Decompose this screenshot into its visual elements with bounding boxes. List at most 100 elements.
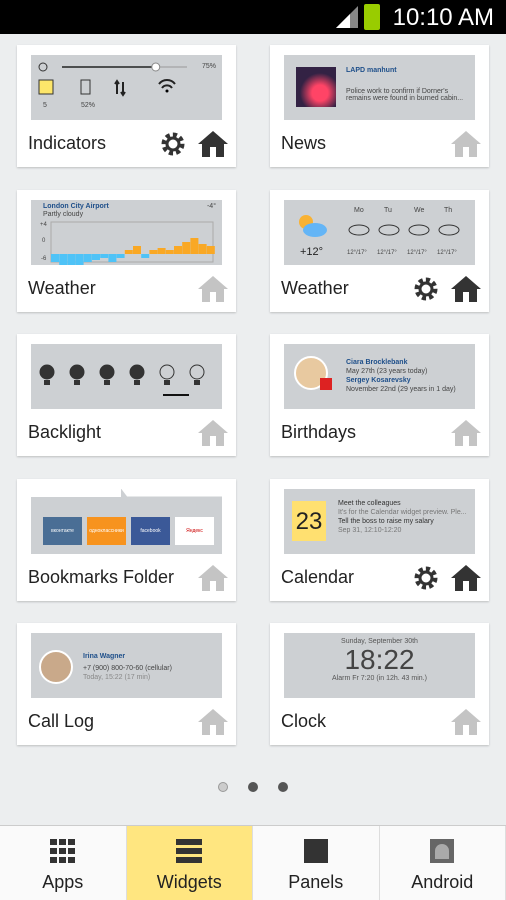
widget-card-calendar[interactable]: 23 Meet the colleagues It's for the Calend…	[270, 478, 489, 601]
widget-preview: 23 Meet the colleagues It's for the Calend…	[284, 488, 475, 554]
widget-preview: вконтакте одноклассники facebook Яндекс	[31, 488, 222, 554]
widget-card-indicators[interactable]: 75% 5 52% Indicators	[17, 45, 236, 167]
weather-chart	[50, 221, 215, 265]
widget-card-call-log[interactable]: Irina Wagner +7 (900) 800-70-60 (cellular…	[17, 623, 236, 745]
bottom-nav: Apps Widgets Panels Android	[0, 825, 506, 900]
page-dot[interactable]	[218, 782, 228, 792]
widget-label: Weather	[281, 277, 349, 298]
widget-card-backlight[interactable]: Backlight	[17, 334, 236, 456]
widget-preview: Sunday, September 30th 18:22 Alarm Fr 7:20…	[284, 633, 475, 698]
weather-bar	[124, 249, 133, 254]
widget-label: Clock	[281, 711, 327, 731]
clock: 10:10 AM	[392, 4, 494, 31]
home-icon[interactable]	[451, 709, 481, 735]
tab-apps[interactable]: Apps	[0, 826, 127, 900]
partly-sunny-icon	[299, 214, 327, 237]
widget-preview: +12° Mo 12°/17° Tu 12°/17° We 12°/17° Th 12°/17°	[284, 199, 475, 265]
birthday-date: November 22nd (29 years in 1 day)	[346, 386, 456, 393]
event-title: Tell the boss to raise my salary	[338, 517, 434, 525]
weather-bar	[92, 253, 100, 260]
bookmark-tile: вконтакте	[43, 516, 82, 545]
home-icon[interactable]	[198, 275, 228, 302]
forecast-day: Tu	[384, 206, 392, 214]
page-dot[interactable]	[278, 782, 288, 792]
battery-icon	[364, 4, 380, 30]
tab-widgets[interactable]: Widgets	[126, 826, 253, 900]
weather-bar	[198, 243, 207, 254]
clock-time: 18:22	[344, 644, 415, 675]
widget-label: Birthdays	[281, 422, 357, 442]
weather-bar	[190, 237, 199, 254]
weather-bar	[51, 253, 59, 262]
widget-card-weather[interactable]: +12° Mo 12°/17° Tu 12°/17° We 12°/17° Th 12°/17°…	[270, 189, 489, 312]
bookmark-tile: одноклассники	[87, 516, 126, 545]
bookmark-tile: facebook	[131, 516, 170, 545]
bulb-icon	[189, 364, 205, 385]
home-icon[interactable]	[451, 275, 481, 302]
bulb-icon	[69, 364, 85, 385]
home-icon[interactable]	[451, 420, 481, 446]
home-icon[interactable]	[198, 564, 228, 591]
tab-android[interactable]: Android	[380, 826, 506, 900]
widget-label: Bookmarks Folder	[28, 566, 175, 587]
cloud-icon	[348, 224, 370, 235]
axis-tick: -6	[41, 255, 47, 262]
weather-temp: -4°	[206, 202, 216, 210]
news-body: Police work to confirm if Dorner's remai…	[346, 88, 464, 102]
cloud-icon	[438, 224, 460, 235]
widget-label: Indicators	[28, 133, 107, 153]
widget-card-bookmarks-folder[interactable]: вконтакте одноклассники facebook Яндекс Book…	[17, 478, 236, 601]
page-dot[interactable]	[248, 782, 258, 792]
widget-card-weather[interactable]: London City Airport Partly cloudy -4° +4 0 -6…	[17, 189, 236, 312]
bulb-icon	[99, 364, 115, 385]
forecast-temp: 12°/17°	[407, 249, 427, 256]
widget-label: Calendar	[281, 566, 355, 587]
home-icon[interactable]	[198, 420, 228, 446]
home-icon[interactable]	[451, 564, 481, 591]
cloud-icon	[378, 224, 400, 235]
widget-preview	[31, 344, 222, 409]
home-icon[interactable]	[198, 709, 228, 735]
bulb-icon	[129, 364, 145, 385]
forecast-temp: 12°/17°	[347, 249, 367, 256]
home-icon[interactable]	[198, 131, 228, 157]
widget-label: Call Log	[28, 711, 95, 731]
cloud-icon	[408, 224, 430, 235]
weather-bar	[108, 253, 117, 262]
forecast-day: Mo	[354, 206, 364, 214]
widget-label: Weather	[28, 277, 96, 298]
widget-card-birthdays[interactable]: Ciara Brocklebank May 27th (23 years toda…	[270, 334, 489, 456]
weather-bar	[67, 253, 76, 265]
selected-indicator	[163, 394, 189, 396]
forecast-temp: 12°/17°	[437, 249, 457, 256]
contact-name: Ciara Brocklebank	[346, 359, 408, 366]
axis-tick: 0	[42, 237, 46, 244]
widget-card-clock[interactable]: Sunday, September 30th 18:22 Alarm Fr 7:20…	[270, 623, 489, 745]
bookmark-tile: Яндекс	[175, 516, 214, 545]
widget-preview: Ciara Brocklebank May 27th (23 years toda…	[284, 344, 475, 409]
weather-bar	[174, 245, 182, 254]
news-headline: LAPD manhunt	[346, 67, 397, 74]
weather-bar	[165, 249, 174, 254]
home-icon[interactable]	[451, 131, 481, 157]
page-indicator[interactable]	[218, 782, 288, 792]
android-icon	[430, 839, 455, 863]
caller-number: +7 (900) 800-70-60 (cellular)	[83, 665, 172, 672]
event-title: Meet the colleagues	[338, 499, 401, 507]
widget-preview: London City Airport Partly cloudy -4° +4 0 -6	[31, 199, 222, 265]
gift-icon	[320, 378, 332, 390]
news-image	[296, 67, 336, 107]
widget-preview: LAPD manhunt Police work to confirm if Do…	[284, 55, 475, 120]
gear-icon[interactable]	[413, 276, 439, 302]
bulb-icon	[159, 364, 175, 385]
gear-icon[interactable]	[413, 565, 439, 591]
weather-bar	[149, 249, 158, 254]
current-temp: +12°	[300, 245, 324, 258]
tab-panels[interactable]: Panels	[253, 826, 380, 900]
bulb-icon	[39, 364, 55, 385]
status-bar: 10:10 AM	[0, 0, 506, 34]
gear-icon[interactable]	[160, 131, 186, 157]
widget-card-news[interactable]: LAPD manhunt Police work to confirm if Do…	[270, 45, 489, 167]
contact-name: Sergey Kosarevsky	[346, 377, 411, 384]
brightness-value: 75%	[201, 63, 216, 70]
